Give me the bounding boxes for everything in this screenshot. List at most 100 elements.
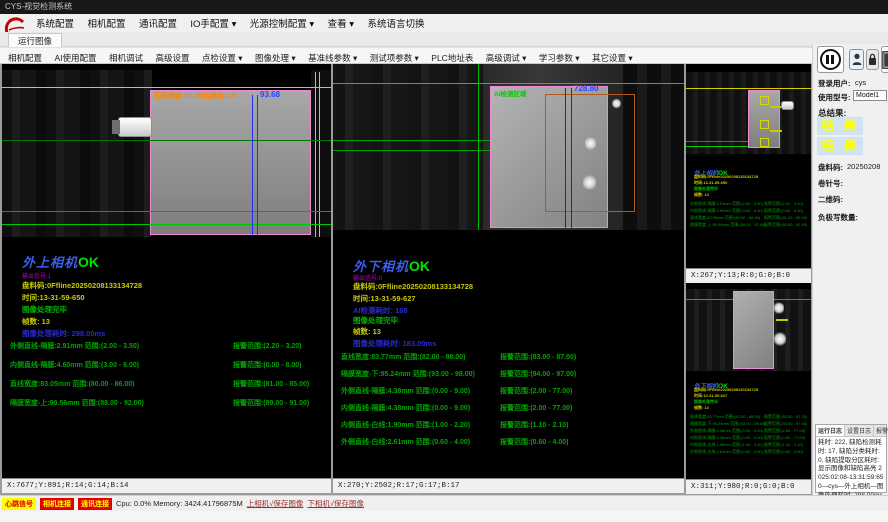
capture-time: 时间:13-31-59-627 <box>353 293 416 304</box>
measure-value: 直线宽度:83.05mm 范围:(80.00 - 86.00) <box>10 379 135 389</box>
frame-count: 帧数: 13 <box>22 316 50 327</box>
lower-camera-save-link[interactable]: 下相机√保存图像 <box>307 498 364 509</box>
pause-button[interactable] <box>817 46 844 73</box>
window-bottom-strip <box>0 511 888 522</box>
lock-button[interactable] <box>866 49 879 70</box>
green-measure-line <box>2 140 331 141</box>
green-ref-line <box>333 83 684 84</box>
frame-count: 帧数: 13 <box>694 192 709 198</box>
exit-button[interactable] <box>881 46 888 73</box>
process-status: 图像处理完毕 <box>353 315 398 326</box>
middle-camera-image[interactable]: AI检测区域 728.80 外下相机OK 输出信号:0 盘料码:0Ffline2… <box>333 64 684 478</box>
result-box-lower: 结 果 <box>817 137 863 155</box>
camera-name: 外上相机 <box>22 255 78 270</box>
detect-box <box>760 120 769 129</box>
measure-value: 内侧直线-隔膜:4.38mm 范围:(0.00 - 9.00) <box>341 403 470 413</box>
model-input[interactable] <box>853 90 887 101</box>
alarm-range: 报警范围:(0.60 - 4.00) <box>500 437 568 447</box>
result-ok: OK <box>78 254 99 270</box>
ai-detect-rect <box>545 94 635 212</box>
measure-value: 内侧直线-隔膜:4.60mm 范围:(3.00 - 6.00) <box>10 360 139 370</box>
metal-glint <box>583 174 596 191</box>
pixel-readout: X:270;Y:2502;R:17;G:17;B:17 <box>333 478 684 493</box>
blue-measure-label: 728.80 <box>574 84 598 93</box>
measure-value: 隔膜宽度-上:90.56mm 范围:(88.00 - 92.00) <box>10 398 144 408</box>
heartbeat-badge: 心跳信号 <box>2 498 36 510</box>
reel-barcode: 盘料码:0Ffline20250208133134728 <box>22 280 142 291</box>
frame-count: 帧数: 13 <box>353 326 381 337</box>
process-elapsed: 图像处理耗时: 183.00ms <box>353 338 436 349</box>
process-elapsed: 图像处理耗时: 298.00ms <box>22 328 105 339</box>
measure-value: 外侧直线-隔膜:4.38mm 范围:(0.00 - 9.00) <box>341 386 470 396</box>
menu-bar: 系统配置 相机配置 通讯配置 IO手配置 ▾ 光源控制配置 ▾ 查看 ▾ 系统语… <box>0 14 888 32</box>
yellow-ref-line <box>2 87 331 88</box>
green-ref-line <box>478 64 479 230</box>
camera-link-badge: 相机连接 <box>40 498 74 510</box>
log-tabs: 运行日志 设置日志 报警日志 <box>816 425 886 437</box>
blue-measure-label: 93.68 <box>260 90 280 99</box>
pixel-readout: X:311;Y:980;R:0;G:0;B:0 <box>686 479 811 494</box>
measure-value: 隔膜宽度-下:95.24mm 范围:(93.00 - 98.00) <box>341 369 475 379</box>
login-user-value: cys <box>855 78 866 87</box>
exit-door-icon <box>882 50 888 70</box>
thumbnail-lower-camera[interactable]: 外下相机OK 盘料码:0Ffline20250208133134728 时间:1… <box>686 283 811 494</box>
blue-measure-line <box>565 88 566 228</box>
tab-connector-tip <box>112 120 120 134</box>
frame-count: 帧数: 13 <box>694 405 709 411</box>
left-camera-panel: 匹配阈值:93, 吻合阈值:100 93.68 外上相机OK 输出信号:1 盘料… <box>2 64 331 493</box>
qrcode-label: 二维码: <box>818 194 843 205</box>
model-label: 使用型号: <box>818 92 851 103</box>
measure-value: 外侧直线-隔膜:2.91mm 范围:(2.00 - 3.50) <box>10 341 139 351</box>
lock-icon <box>868 53 877 66</box>
user-icon <box>852 53 862 66</box>
yellow-ref-line <box>315 72 316 237</box>
reel-code-label: 盘料码: <box>818 162 843 173</box>
log-tab-settings[interactable]: 设置日志 <box>845 425 874 436</box>
login-user-label: 登录用户: <box>818 78 851 89</box>
log-content: 耗时: 222, 缺陷检测耗时: 17, 缺陷分类耗时: 0, 缺陷提取分区耗时… <box>816 437 886 502</box>
tab-strip: 运行图像 <box>0 32 888 47</box>
measure-value: 外侧直线-白线:2.61mm 范围:(0.60 - 4.00) <box>341 437 470 447</box>
metal-glint <box>612 98 621 109</box>
user-button[interactable] <box>849 49 864 70</box>
green-measure-line <box>333 150 490 151</box>
main-area: 匹配阈值:93, 吻合阈值:100 93.68 外上相机OK 输出信号:1 盘料… <box>0 64 812 495</box>
yellow-ref-line <box>319 72 320 237</box>
alarm-range: 报警范围:(89.00 - 91.00) <box>233 398 309 408</box>
detect-box <box>760 138 769 147</box>
toolbar: 相机配置 AI使用配置 相机调试 高级设置 点检设置 ▾ 图像处理 ▾ 基准线参… <box>0 47 812 64</box>
tab-run-image[interactable]: 运行图像 <box>8 33 62 48</box>
yellow-ref-line <box>686 88 811 89</box>
pixel-readout: X:7677;Y:891;R:14;G:14;B:14 <box>2 478 331 493</box>
log-tab-alarm[interactable]: 报警日志 <box>874 425 888 436</box>
pixel-readout: X:267;Y:13;R:0;G:0;B:0 <box>686 268 811 283</box>
thumbnail-upper-camera[interactable]: 外上相机OK 盘料码:0Ffline20250208133134728 时间:1… <box>686 64 811 283</box>
tab-connector <box>781 101 794 110</box>
alarm-range: 报警范围:(94.00 - 97.00) <box>500 369 576 379</box>
alarm-range: 报警范围:(0.00 - 8.00) <box>233 360 301 370</box>
tiny-label-mark <box>770 130 782 132</box>
status-bar: 心跳信号 相机连接 通讯连接 Cpu: 0.0% Memory: 3424.41… <box>0 495 888 511</box>
metal-glint <box>774 301 784 315</box>
cell-region <box>733 291 774 369</box>
green-measure-line <box>686 146 748 147</box>
capture-time: 时间:13-31-59-650 <box>22 292 85 303</box>
alarm-range: 报警范围:(83.00 - 87.00) <box>500 352 576 362</box>
middle-camera-panel: AI检测区域 728.80 外下相机OK 输出信号:0 盘料码:0Ffline2… <box>333 64 684 493</box>
alarm-range: 报警范围:(81.00 - 85.00) <box>233 379 309 389</box>
machinery-texture <box>333 64 483 230</box>
measure-value: 内侧直线-白线:1.90mm 范围:(1.00 - 2.20) <box>341 420 470 430</box>
blue-measure-line <box>571 88 572 228</box>
alarm-range: 报警范围:(1.10 - 2.10) <box>500 420 568 430</box>
process-status: 图像处理完毕 <box>22 304 67 315</box>
metal-glint <box>774 331 786 347</box>
right-sidebar: 登录用户: cys 使用型号: 总结果: 结 果 结 果 盘料码: 202502… <box>812 44 888 495</box>
left-camera-image[interactable]: 匹配阈值:93, 吻合阈值:100 93.68 外上相机OK 输出信号:1 盘料… <box>2 64 331 478</box>
needle-number-label: 卷针号: <box>818 178 843 189</box>
upper-camera-save-link[interactable]: 上相机√保存图像 <box>247 498 304 509</box>
blue-measure-line <box>252 95 253 235</box>
log-tab-run[interactable]: 运行日志 <box>816 425 845 436</box>
ai-region-label: AI检测区域 <box>494 88 527 98</box>
alarm-range: 报警范围:(2.00 - 77.00) <box>500 386 572 396</box>
detect-box <box>760 96 769 105</box>
